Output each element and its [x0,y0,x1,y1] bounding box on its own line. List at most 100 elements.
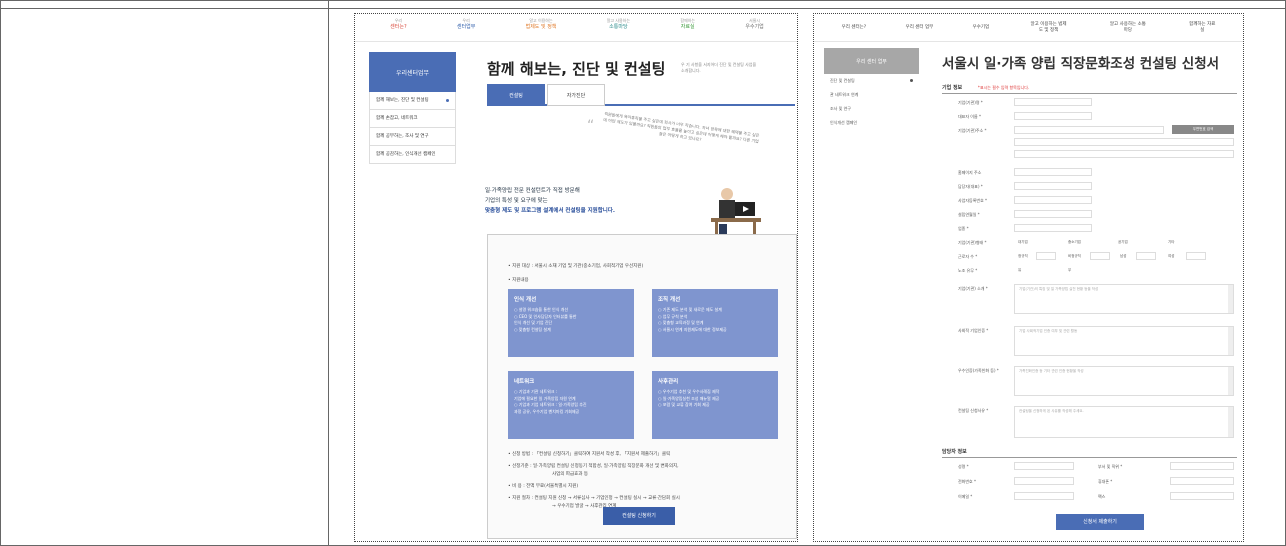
quote-mark-icon: “ [587,118,595,134]
left-nav-item-campaign[interactable]: 함께 공감하는, 인식개선 캠페인 [369,146,456,164]
reason-textarea[interactable]: 컨설팅을 신청하게 된 사유를 작성해 주세요. [1014,406,1234,438]
criteria-text: • 선정기준 : 일·가족양립 컨설팅 신청동기 적합성, 일·가족양립 직장문… [508,464,679,469]
tab-bar: 컨설팅 자가진단 [487,84,795,106]
gnb-item[interactable]: 알고 이용하는 법제도 및 정책 [526,18,557,41]
field-label: 홈페이지 주소 [958,170,982,175]
field-label: 기업(기관)명 * [958,100,983,105]
scrollbar[interactable] [1228,407,1233,437]
industry-select[interactable] [1014,224,1092,232]
card-title: 조직 개선 [658,297,681,303]
field-label: 팩스 [1098,494,1106,499]
field-label: 설립연월일 * [958,212,980,217]
gnb-item[interactable]: 서울시 우수기업 [745,18,763,41]
field-label: 담당자(대표) * [958,184,983,189]
business-number-input[interactable] [1014,196,1092,204]
left-nav-item-network[interactable]: 관 네트워크 연계 [824,88,919,102]
field-label: 전화번호 * [958,479,976,484]
left-nav-item-network[interactable]: 함께 손잡고, 네트워크 [369,110,456,128]
worker-count-input[interactable] [1136,252,1156,260]
left-nav-item-campaign[interactable]: 인식개선 캠페인 [824,116,919,130]
tab-self-diagnosis[interactable]: 자가진단 [547,84,605,106]
postcode-search-button[interactable]: 우편번호 검색 [1172,125,1234,134]
worker-type-label: 비정규직 [1068,254,1081,258]
page-subtitle: 우 기 사항을 서지어더 진단 및 컨설팅 사업을 소개합니다. [681,62,757,73]
divider [942,93,1237,94]
department-input[interactable] [1170,462,1234,470]
worker-type-label: 정규직 [1018,254,1028,258]
org-type-option[interactable]: 공기업 [1118,240,1128,245]
field-label: 부서 및 직위 * [1098,464,1123,469]
tab-consulting[interactable]: 컨설팅 [487,84,545,106]
textarea-hint: 컨설팅을 신청하게 된 사유를 작성해 주세요. [1019,409,1084,413]
content-label: • 지원내용 [508,278,529,283]
gnb-item[interactable]: 우리 센터업무 [457,18,475,41]
org-type-option[interactable]: 중소기업 [1068,240,1081,245]
field-label: 기업(기관)형태 * [958,240,987,245]
section-manager-title: 담당자 정보 [942,449,967,455]
company-name-input[interactable] [1014,98,1092,106]
card-follow-up: 사후관리 ○ 우수기업 추천 및 우수사례집 제작 ○ 일·가족양립실천 조성 … [652,371,778,439]
address-input[interactable] [1014,126,1164,134]
union-option[interactable]: 유 [1018,268,1021,273]
phone-input[interactable] [1014,477,1074,485]
consulting-intro-screenshot: 우리 센터는? 우리 센터업무 알고 이용하는 법제도 및 정책 알고 사용하는 소통마당 함께… [354,13,798,542]
card-awareness: 인식 개선 ○ 설명 워크숍을 통한 인식 개선 ○ CEO 및 인사담당자 인… [508,289,634,357]
field-label: 컨설팅 신청사유 * [958,408,989,413]
email-input[interactable] [1014,492,1074,500]
quote-text: 직원들에게 육아휴직을 주고 싶은데 회사가 너무 작습니다. 자녀 양육에 대… [603,111,760,144]
left-nav-item-research[interactable]: 함께 공부하는, 조사 및 연구 [369,128,456,146]
manager-name-input[interactable] [1014,462,1074,470]
certification-textarea[interactable]: 가족친화인증 등 기타 관련 인증 현황을 작성 [1014,366,1234,396]
union-option[interactable]: 무 [1068,268,1071,273]
left-nav: 우리센터업무 함께 해보는, 진단 및 컨설팅 함께 손잡고, 네트워크 함께 … [369,52,456,164]
card-title: 네트워크 [514,379,535,385]
method-text: • 신청 방법 : 「컨설팅 신청하기」클릭하여 지원서 작성 후, 「지원서 … [508,452,671,457]
required-note: *표시는 필수 입력 항목입니다. [977,85,1030,90]
company-intro-textarea[interactable]: 기업(기관)의 특징 및 일 가족양립 실천 현황 등을 작성 [1014,284,1234,314]
table-top-row [0,0,1286,9]
gnb-item[interactable]: 우리 센터는? [842,25,867,31]
application-form-screenshot: 우리 센터는? 우리 센터 업무 우수기업 알고 이용하는 법제도 및 정책 알… [813,13,1244,542]
scrollbar[interactable] [1228,367,1233,395]
gnb-item[interactable]: 우리 센터는? [390,18,406,41]
mobile-input[interactable] [1170,477,1234,485]
left-nav-item-consulting[interactable]: 진단 및 컨설팅 [824,74,919,88]
gnb-item-label: 센터는? [390,24,407,30]
scrollbar[interactable] [1228,327,1233,355]
gnb-item-label: 자료실 [680,24,695,30]
manager-input[interactable] [1014,182,1092,190]
consulting-info-box: • 지원 대상 : 서울시 소재 기업 및 기관(중소기업, 사회적기업 우선지… [487,234,797,539]
address-extra-input[interactable] [1014,150,1234,158]
field-label: 이메일 * [958,494,973,499]
gnb-item[interactable]: 우수기업 [973,25,990,31]
gnb-item[interactable]: 우리 센터 업무 [906,25,934,31]
left-nav-item-consulting[interactable]: 함께 해보는, 진단 및 컨설팅 [369,92,456,110]
worker-count-input[interactable] [1090,252,1110,260]
org-type-option[interactable]: 기타 [1168,240,1174,245]
gnb-item-label: 우수기업 [745,24,764,30]
gnb-item[interactable]: 알고 이용하는 법제도 및 정책 [1029,22,1069,34]
gnb-item[interactable]: 알고 사용하는 소통마당 [1108,22,1148,34]
left-nav-item-research[interactable]: 조사 및 연구 [824,102,919,116]
gnb-item[interactable]: 알고 사용하는 소통마당 [607,18,630,41]
apply-consulting-button[interactable]: 컨설팅 신청하기 [603,507,675,525]
fax-input[interactable] [1170,492,1234,500]
process-text: • 지원 절차 : 컨설팅 지원 신청 → 서류심사 → 기업인정 → 컨설팅 … [508,496,680,501]
ceo-name-input[interactable] [1014,112,1092,120]
worker-count-input[interactable] [1036,252,1056,260]
field-label: 근로자 수 * [958,254,978,259]
global-nav: 우리 센터는? 우리 센터 업무 우수기업 알고 이용하는 법제도 및 정책 알… [814,14,1243,42]
social-enterprise-textarea[interactable]: 기업 사회적기업 인증 여부 및 관련 활동 [1014,326,1234,356]
worker-count-input[interactable] [1186,252,1206,260]
homepage-input[interactable] [1014,168,1092,176]
address-detail-input[interactable] [1014,138,1234,146]
scrollbar[interactable] [1228,285,1233,313]
founding-date-input[interactable] [1014,210,1092,218]
worker-type-label: 여성 [1168,254,1175,258]
submit-application-button[interactable]: 신청서 제출하기 [1056,514,1144,530]
gnb-item[interactable]: 함께하는 자료실 [680,18,695,41]
intro-line-2: 기업의 특성 및 요구에 맞는 [485,198,548,204]
org-type-option[interactable]: 대기업 [1018,240,1028,245]
gnb-item[interactable]: 함께하는 자료실 [1187,22,1217,34]
table-column-divider [328,0,329,546]
